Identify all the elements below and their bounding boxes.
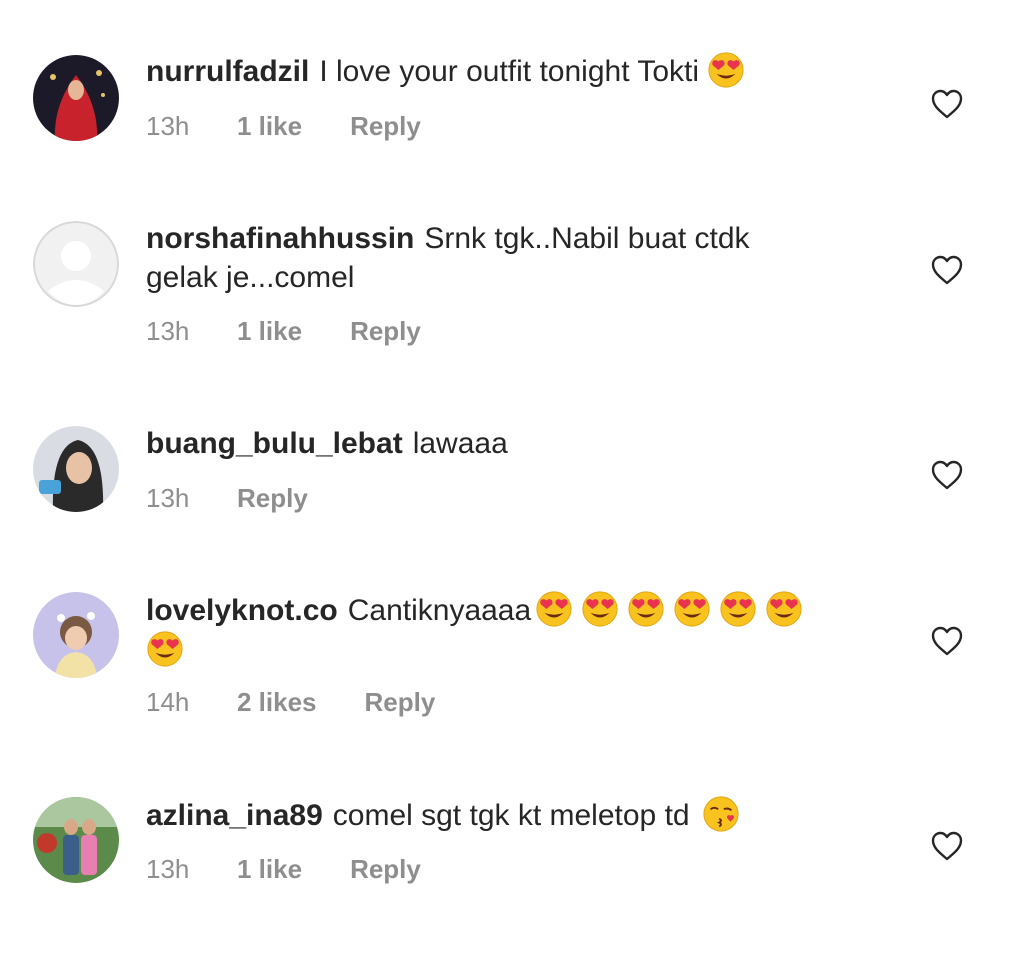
- heart-eyes-icon: [765, 590, 803, 628]
- comment-username[interactable]: lovelyknot.co: [146, 594, 338, 627]
- like-heart-icon[interactable]: [930, 254, 964, 286]
- avatar-image: [33, 55, 119, 141]
- heart-eyes-icon: [707, 51, 745, 89]
- comment-timestamp: 14h: [146, 687, 190, 717]
- comment-like-count[interactable]: 1 like: [237, 111, 302, 142]
- heart-eyes-icon: [719, 590, 757, 628]
- reply-button[interactable]: Reply: [237, 483, 308, 514]
- comment-timestamp: 13h: [146, 111, 190, 141]
- heart-eyes-icon: [673, 590, 711, 628]
- reply-button[interactable]: Reply: [350, 854, 421, 885]
- heart-eyes-icon: [535, 590, 573, 628]
- comment-timestamp: 13h: [146, 854, 190, 884]
- avatar[interactable]: [33, 592, 119, 678]
- comment-timestamp: 13h: [146, 316, 190, 346]
- avatar[interactable]: [33, 797, 119, 883]
- avatar-image: [33, 592, 119, 678]
- reply-button[interactable]: Reply: [365, 687, 436, 718]
- avatar[interactable]: [33, 426, 119, 512]
- heart-eyes-icon: [146, 630, 184, 668]
- like-heart-icon[interactable]: [930, 625, 964, 657]
- comment-username[interactable]: nurrulfadzil: [146, 55, 309, 88]
- like-heart-icon[interactable]: [930, 88, 964, 120]
- comment-text: lawaaa: [412, 427, 508, 460]
- reply-button[interactable]: Reply: [350, 111, 421, 142]
- heart-eyes-icon: [627, 590, 665, 628]
- reply-button[interactable]: Reply: [350, 316, 421, 347]
- like-heart-icon[interactable]: [930, 830, 964, 862]
- comment-text: Srnk tgk..Nabil buat ctdk: [424, 222, 750, 255]
- comment-like-count[interactable]: 2 likes: [237, 687, 317, 718]
- avatar-image: [33, 797, 119, 883]
- comment-text-line-2: gelak je...comel: [146, 261, 355, 294]
- comment-text: comel sgt tgk kt meletop td: [332, 799, 690, 832]
- default-avatar-icon: [33, 221, 119, 307]
- avatar[interactable]: [33, 221, 119, 307]
- like-heart-icon[interactable]: [930, 459, 964, 491]
- comment-username[interactable]: norshafinahhussin: [146, 222, 414, 255]
- comment-text: I love your outfit tonight Tokti: [319, 55, 700, 88]
- avatar-image: [33, 426, 119, 512]
- comment-like-count[interactable]: 1 like: [237, 854, 302, 885]
- comment-text: Cantiknyaaaa: [347, 594, 532, 627]
- kissing-face-icon: [702, 795, 740, 833]
- comment-username[interactable]: buang_bulu_lebat: [146, 427, 403, 460]
- comment-username[interactable]: azlina_ina89: [146, 799, 323, 832]
- avatar[interactable]: [33, 55, 119, 141]
- comment-like-count[interactable]: 1 like: [237, 316, 302, 347]
- comment-timestamp: 13h: [146, 483, 190, 513]
- heart-eyes-icon: [581, 590, 619, 628]
